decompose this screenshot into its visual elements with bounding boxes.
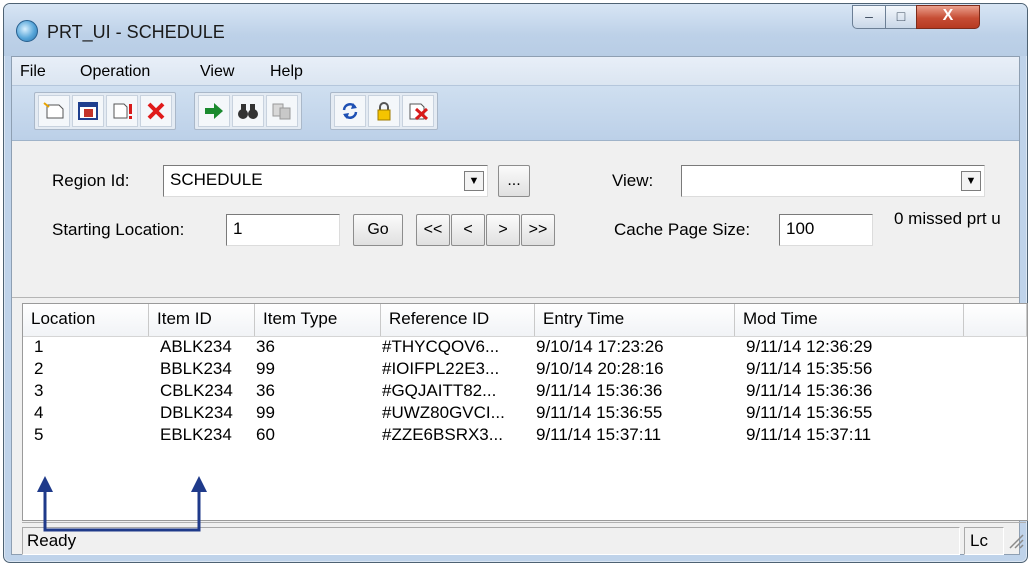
cell-mod-time: 9/11/14 15:35:56 <box>746 359 873 378</box>
cell-item-id: DBLK234 <box>160 403 233 422</box>
cell-location: 4 <box>34 403 44 422</box>
table-row[interactable]: 4 DBLK234 99 #UWZ80GVCI... 9/11/14 15:36… <box>23 402 1027 424</box>
cell-item-id: BBLK234 <box>160 359 232 378</box>
new-icon[interactable] <box>38 95 70 127</box>
results-table: Location Item ID Item Type Reference ID … <box>22 303 1028 521</box>
application-window: PRT_UI - SCHEDULE – □ X File Operation V… <box>3 3 1028 563</box>
toolbar-group-edit <box>34 92 176 130</box>
column-header-item-id[interactable]: Item ID <box>149 304 255 336</box>
cell-item-type: 36 <box>256 337 275 356</box>
refresh-icon[interactable] <box>334 95 366 127</box>
resize-grip-icon[interactable] <box>1006 531 1024 549</box>
cell-reference-id: #UWZ80GVCI... <box>382 403 505 422</box>
cancel-document-icon[interactable] <box>402 95 434 127</box>
region-id-combo[interactable]: SCHEDULE ▼ <box>163 165 488 197</box>
menu-operation[interactable]: Operation <box>80 63 150 81</box>
lock-icon[interactable] <box>368 95 400 127</box>
table-row[interactable]: 3 CBLK234 36 #GQJAITT82... 9/11/14 15:36… <box>23 380 1027 402</box>
cell-reference-id: #THYCQOV6... <box>382 337 500 356</box>
menu-view[interactable]: View <box>200 63 234 81</box>
last-page-button[interactable]: >> <box>521 214 555 246</box>
cell-mod-time: 9/11/14 15:37:11 <box>746 425 872 444</box>
toolbar-group-navigate <box>194 92 302 130</box>
status-bar: Ready Lc <box>22 522 1026 557</box>
browse-button[interactable]: ... <box>498 165 530 197</box>
column-header-empty <box>964 304 1027 336</box>
cell-item-type: 99 <box>256 403 275 422</box>
view-label: View: <box>612 171 654 190</box>
arrow-right-icon[interactable] <box>198 95 230 127</box>
window-title: PRT_UI - SCHEDULE <box>47 22 225 42</box>
cell-reference-id: #IOIFPL22E3... <box>382 359 500 378</box>
column-header-mod-time[interactable]: Mod Time <box>735 304 964 336</box>
chevron-down-icon[interactable]: ▼ <box>961 171 981 191</box>
next-page-button[interactable]: > <box>486 214 520 246</box>
cell-entry-time: 9/10/14 17:23:26 <box>536 337 664 356</box>
find-replace-icon[interactable] <box>266 95 298 127</box>
title-bar[interactable]: PRT_UI - SCHEDULE – □ X <box>4 4 1027 56</box>
cache-page-size-input[interactable]: 100 <box>779 214 873 246</box>
previous-page-button[interactable]: < <box>451 214 485 246</box>
menu-file[interactable]: File <box>20 63 46 81</box>
cell-item-id: EBLK234 <box>160 425 232 444</box>
starting-location-label: Starting Location: <box>52 220 185 239</box>
cell-mod-time: 9/11/14 15:36:55 <box>746 403 873 422</box>
missed-count-text: 0 missed prt u <box>894 209 1001 228</box>
table-row[interactable]: 2 BBLK234 99 #IOIFPL22E3... 9/10/14 20:2… <box>23 358 1027 380</box>
starting-location-input[interactable]: 1 <box>226 214 340 246</box>
cache-page-size-label: Cache Page Size: <box>614 220 751 239</box>
cell-reference-id: #GQJAITT82... <box>382 381 497 400</box>
region-id-value: SCHEDULE <box>170 170 263 189</box>
table-header: Location Item ID Item Type Reference ID … <box>23 304 1027 337</box>
alert-document-icon[interactable] <box>106 95 138 127</box>
first-page-button[interactable]: << <box>416 214 450 246</box>
cell-entry-time: 9/11/14 15:37:11 <box>536 425 662 444</box>
cell-mod-time: 9/11/14 15:36:36 <box>746 381 873 400</box>
toolbar <box>12 85 1019 141</box>
cell-item-id: CBLK234 <box>160 381 233 400</box>
parameters-panel: Region Id: SCHEDULE ▼ ... View: ▼ Starti… <box>12 141 1019 298</box>
column-header-location[interactable]: Location <box>23 304 149 336</box>
chevron-down-icon[interactable]: ▼ <box>464 171 484 191</box>
menu-bar: File Operation View Help <box>12 57 1019 85</box>
go-button[interactable]: Go <box>353 214 403 246</box>
cell-location: 1 <box>34 337 44 356</box>
delete-icon[interactable] <box>140 95 172 127</box>
minimize-button[interactable]: – <box>852 5 886 29</box>
cell-reference-id: #ZZE6BSRX3... <box>382 425 503 444</box>
toolbar-group-tools <box>330 92 438 130</box>
cell-location: 2 <box>34 359 44 378</box>
cell-item-type: 99 <box>256 359 275 378</box>
client-area: File Operation View Help Region Id: SCHE… <box>11 56 1028 555</box>
cell-location: 5 <box>34 425 44 444</box>
cell-entry-time: 9/11/14 15:36:55 <box>536 403 663 422</box>
status-text: Ready <box>22 527 960 555</box>
column-header-reference-id[interactable]: Reference ID <box>381 304 535 336</box>
binoculars-icon[interactable] <box>232 95 264 127</box>
column-header-entry-time[interactable]: Entry Time <box>535 304 735 336</box>
cell-entry-time: 9/11/14 15:36:36 <box>536 381 663 400</box>
table-row[interactable]: 5 EBLK234 60 #ZZE6BSRX3... 9/11/14 15:37… <box>23 424 1027 446</box>
cell-location: 3 <box>34 381 44 400</box>
status-panel-right: Lc <box>964 527 1004 555</box>
cell-item-type: 60 <box>256 425 275 444</box>
region-id-label: Region Id: <box>52 171 130 190</box>
close-button[interactable]: X <box>916 5 980 29</box>
cell-item-type: 36 <box>256 381 275 400</box>
calendar-icon[interactable] <box>72 95 104 127</box>
view-combo[interactable]: ▼ <box>681 165 985 197</box>
cell-mod-time: 9/11/14 12:36:29 <box>746 337 873 356</box>
app-globe-icon[interactable] <box>16 20 38 42</box>
cell-entry-time: 9/10/14 20:28:16 <box>536 359 664 378</box>
maximize-button[interactable]: □ <box>885 5 917 29</box>
cell-item-id: ABLK234 <box>160 337 232 356</box>
menu-help[interactable]: Help <box>270 63 303 81</box>
table-row[interactable]: 1 ABLK234 36 #THYCQOV6... 9/10/14 17:23:… <box>23 336 1027 358</box>
column-header-item-type[interactable]: Item Type <box>255 304 381 336</box>
